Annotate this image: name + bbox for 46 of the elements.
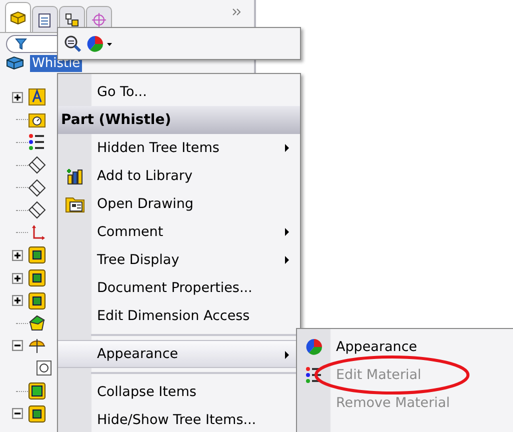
- submenu-arrow-icon: [285, 256, 290, 264]
- collapse-icon[interactable]: [12, 340, 23, 352]
- color-ball-icon: [304, 338, 322, 356]
- material-list-icon: [304, 366, 322, 384]
- menu-item[interactable]: Edit Dimension Access: [58, 302, 300, 330]
- submenu-arrow-icon: [285, 228, 290, 236]
- menu-item[interactable]: Hidden Tree Items: [58, 134, 300, 162]
- sketch-icon: [36, 360, 52, 376]
- feature-icon: [28, 269, 46, 288]
- submenu-arrow-icon: [285, 351, 290, 359]
- plane-icon: [28, 156, 46, 174]
- menu-item[interactable]: Appearance: [297, 333, 513, 361]
- menu-item[interactable]: Hide/Show Tree Items...: [58, 406, 300, 432]
- material-list-icon: [28, 133, 46, 152]
- part-icon: [10, 10, 26, 26]
- plane-icon: [28, 201, 46, 220]
- expand-icon[interactable]: [12, 272, 23, 284]
- surface-icon: [28, 314, 46, 332]
- menu-item[interactable]: Add to Library: [58, 162, 300, 190]
- expand-icon[interactable]: [12, 295, 23, 306]
- feature-icon: [28, 292, 46, 310]
- panel-tab[interactable]: [5, 2, 31, 32]
- library-add-icon: [64, 166, 84, 186]
- plane-icon: [28, 178, 46, 197]
- zoom-icon[interactable]: [64, 34, 82, 52]
- menu-item[interactable]: Go To...: [58, 78, 300, 106]
- feature-icon: [28, 404, 46, 423]
- submenu-arrow-icon: [285, 144, 290, 152]
- menu-item[interactable]: Comment: [58, 218, 300, 246]
- solid-body-icon: [28, 382, 46, 400]
- menu-item[interactable]: Document Properties...: [58, 274, 300, 302]
- part-icon: [6, 55, 24, 71]
- feature-icon: [28, 246, 46, 264]
- expand-icon[interactable]: [12, 92, 23, 103]
- annotations-icon: [28, 88, 46, 106]
- menu-item[interactable]: Open Drawing: [58, 190, 300, 218]
- panel-tab[interactable]: [32, 6, 58, 32]
- document-icon: [37, 12, 53, 28]
- menu-item[interactable]: Tree Display: [58, 246, 300, 274]
- filter-icon: [15, 38, 27, 50]
- folder-gauge-icon: [28, 110, 46, 129]
- menu-item[interactable]: Collapse Items: [58, 378, 300, 406]
- expand-chevron-icon[interactable]: [232, 8, 242, 16]
- expand-icon[interactable]: [12, 250, 23, 261]
- menu-header: Part (Whistle): [58, 106, 300, 134]
- collapse-icon[interactable]: [12, 408, 23, 420]
